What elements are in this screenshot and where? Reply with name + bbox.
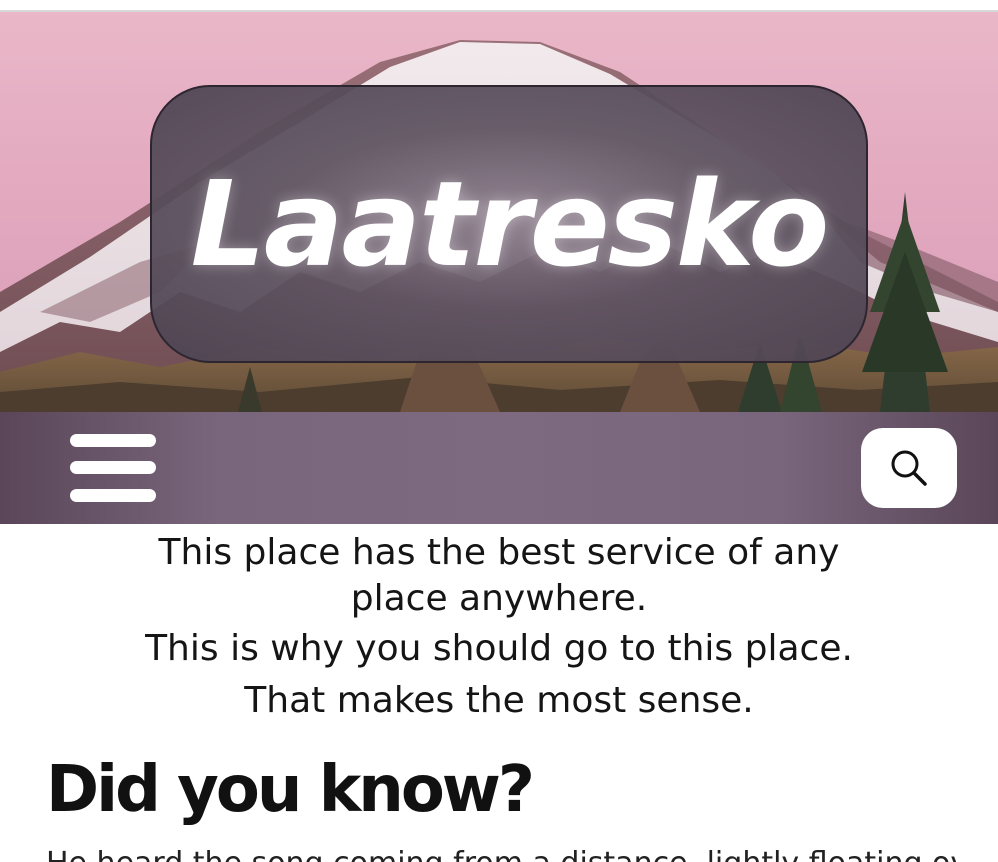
site-title: Laatresko <box>190 155 830 293</box>
intro-line-3: That makes the most sense. <box>244 680 754 721</box>
hamburger-menu-icon[interactable] <box>70 434 156 502</box>
intro-line-2: This is why you should go to this place. <box>145 628 853 669</box>
intro-line-1: This place has the best service of any p… <box>158 532 840 619</box>
page: Laatresko This place has the best servic… <box>0 0 998 862</box>
section-heading: Did you know? <box>46 753 535 827</box>
hero-banner: Laatresko <box>0 12 998 412</box>
top-border <box>0 0 998 12</box>
title-card: Laatresko <box>150 85 868 363</box>
search-button[interactable] <box>861 428 957 508</box>
section-paragraph: He heard the song coming from a distance… <box>46 844 956 862</box>
intro-text: This place has the best service of any p… <box>0 530 998 726</box>
search-icon <box>891 450 927 486</box>
